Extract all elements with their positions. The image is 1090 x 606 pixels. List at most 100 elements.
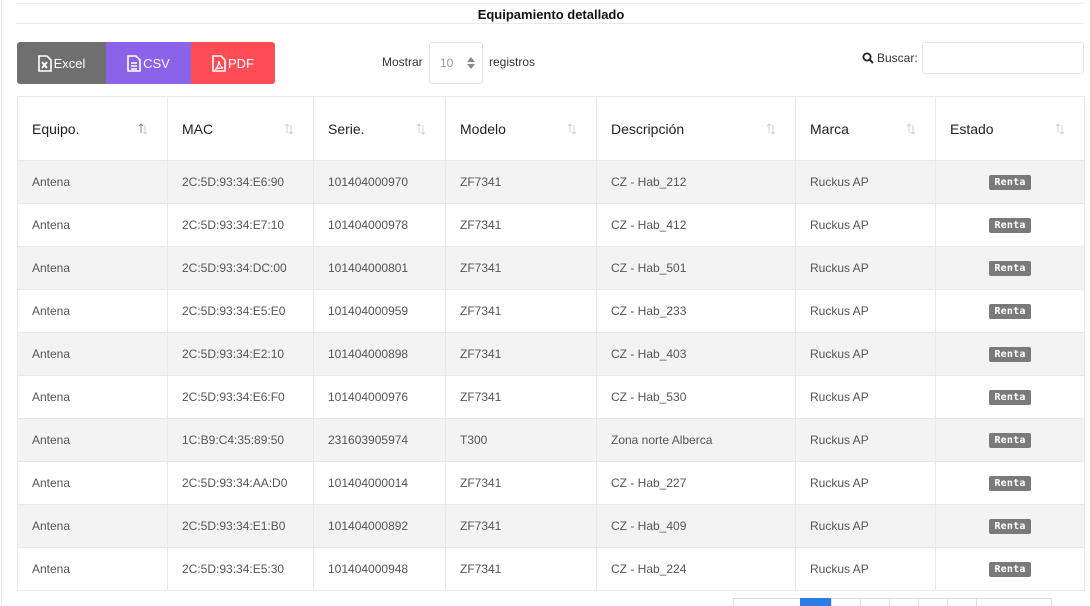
cell-descripcion: CZ - Hab_412 [596, 203, 796, 247]
column-header[interactable]: Descripción [596, 96, 796, 161]
column-header[interactable]: Modelo [445, 96, 597, 161]
cell-equipo: Antena [17, 504, 168, 548]
pagination-previous-button[interactable] [733, 598, 801, 606]
cell-estado: Renta [935, 246, 1085, 290]
table-row[interactable]: Antena 2C:5D:93:34:E5:E0 101404000959 ZF734… [17, 289, 1085, 333]
table-row[interactable]: Antena 2C:5D:93:34:E5:30 101404000948 ZF734… [17, 547, 1085, 591]
cell-marca: Ruckus AP [795, 461, 936, 505]
cell-estado: Renta [935, 203, 1085, 247]
table-row[interactable]: Antena 2C:5D:93:34:DC:00 101404000801 ZF734… [17, 246, 1085, 290]
cell-modelo: ZF7341 [445, 547, 597, 591]
export-excel-button[interactable]: Excel [17, 42, 106, 84]
cell-mac: 2C:5D:93:34:E1:B0 [167, 504, 314, 548]
column-header[interactable]: MAC [167, 96, 314, 161]
cell-equipo: Antena [17, 332, 168, 376]
column-header-label: MAC [182, 120, 214, 137]
table-row[interactable]: Antena 2C:5D:93:34:AA:D0 101404000014 ZF734… [17, 461, 1085, 505]
length-suffix-label: registros [489, 55, 536, 69]
column-header[interactable]: Marca [795, 96, 936, 161]
pagination-next-button[interactable] [976, 598, 1052, 606]
cell-mac: 2C:5D:93:34:E6:F0 [167, 375, 314, 419]
table-row[interactable]: Antena 2C:5D:93:34:E1:B0 101404000892 ZF734… [17, 504, 1085, 548]
column-header-label: Serie. [328, 120, 365, 137]
sort-icon[interactable] [765, 123, 777, 135]
status-badge: Renta [989, 218, 1031, 233]
cell-mac: 2C:5D:93:34:E5:E0 [167, 289, 314, 333]
top-divider [16, 3, 1084, 4]
sort-icon[interactable] [1054, 123, 1066, 135]
cell-descripcion: CZ - Hab_227 [596, 461, 796, 505]
pagination-page-6-button[interactable] [947, 598, 977, 606]
cell-serie: 101404000948 [313, 547, 446, 591]
column-header-label: Estado [950, 120, 994, 137]
table-row[interactable]: Antena 2C:5D:93:34:E2:10 101404000898 ZF734… [17, 332, 1085, 376]
cell-mac: 2C:5D:93:34:DC:00 [167, 246, 314, 290]
cell-marca: Ruckus AP [795, 418, 936, 462]
cell-mac: 2C:5D:93:34:AA:D0 [167, 461, 314, 505]
cell-modelo: ZF7341 [445, 332, 597, 376]
column-header-label: Marca [810, 120, 849, 137]
search-input[interactable] [922, 42, 1084, 74]
cell-descripcion: CZ - Hab_233 [596, 289, 796, 333]
pagination-page-3-button[interactable] [860, 598, 890, 606]
export-pdf-button[interactable]: PDF [191, 42, 275, 84]
cell-modelo: ZF7341 [445, 203, 597, 247]
table-row[interactable]: Antena 2C:5D:93:34:E6:F0 101404000976 ZF734… [17, 375, 1085, 419]
equipment-table: Equipo. MAC Serie. Modelo Descripción Marca Es… [17, 96, 1085, 591]
export-csv-label: CSV [143, 55, 170, 71]
cell-estado: Renta [935, 289, 1085, 333]
table-row[interactable]: Antena 1C:B9:C4:35:89:50 231603905974 T300 Z… [17, 418, 1085, 462]
sort-icon[interactable] [905, 123, 917, 135]
cell-equipo: Antena [17, 547, 168, 591]
cell-equipo: Antena [17, 418, 168, 462]
pagination-page-5-button[interactable] [918, 598, 948, 606]
pagination [733, 598, 1052, 606]
cell-descripcion: CZ - Hab_501 [596, 246, 796, 290]
cell-serie: 101404000892 [313, 504, 446, 548]
cell-estado: Renta [935, 375, 1085, 419]
pagination-page-1-button[interactable] [800, 598, 832, 606]
page-title: Equipamiento detallado [477, 7, 625, 22]
pagination-page-2-button[interactable] [831, 598, 861, 606]
cell-mac: 1C:B9:C4:35:89:50 [167, 418, 314, 462]
column-header[interactable]: Equipo. [17, 96, 168, 161]
cell-serie: 231603905974 [313, 418, 446, 462]
cell-modelo: ZF7341 [445, 461, 597, 505]
cell-modelo: ZF7341 [445, 160, 597, 204]
page-length-select[interactable]: 10 [429, 42, 483, 84]
table-row[interactable]: Antena 2C:5D:93:34:E6:90 101404000970 ZF734… [17, 160, 1085, 204]
pagination-page-4-button[interactable] [889, 598, 919, 606]
sort-icon[interactable] [137, 123, 149, 135]
cell-marca: Ruckus AP [795, 160, 936, 204]
cell-marca: Ruckus AP [795, 246, 936, 290]
cell-estado: Renta [935, 332, 1085, 376]
column-header[interactable]: Serie. [313, 96, 446, 161]
cell-descripcion: CZ - Hab_530 [596, 375, 796, 419]
table-header-row: Equipo. MAC Serie. Modelo Descripción Marca Es… [17, 96, 1085, 161]
sort-icon[interactable] [415, 123, 427, 135]
table-row[interactable]: Antena 2C:5D:93:34:E7:10 101404000978 ZF734… [17, 203, 1085, 247]
export-csv-button[interactable]: CSV [106, 42, 191, 84]
cell-descripcion: Zona norte Alberca [596, 418, 796, 462]
cell-modelo: T300 [445, 418, 597, 462]
cell-marca: Ruckus AP [795, 375, 936, 419]
cell-marca: Ruckus AP [795, 289, 936, 333]
cell-equipo: Antena [17, 160, 168, 204]
cell-serie: 101404000898 [313, 332, 446, 376]
cell-serie: 101404000978 [313, 203, 446, 247]
cell-serie: 101404000801 [313, 246, 446, 290]
status-badge: Renta [989, 390, 1031, 405]
cell-equipo: Antena [17, 375, 168, 419]
file-excel-icon [37, 54, 52, 72]
cell-mac: 2C:5D:93:34:E7:10 [167, 203, 314, 247]
status-badge: Renta [989, 175, 1031, 190]
sort-icon[interactable] [566, 123, 578, 135]
status-badge: Renta [989, 519, 1031, 534]
cell-marca: Ruckus AP [795, 332, 936, 376]
column-header[interactable]: Estado [935, 96, 1085, 161]
status-badge: Renta [989, 304, 1031, 319]
cell-descripcion: CZ - Hab_409 [596, 504, 796, 548]
cell-equipo: Antena [17, 203, 168, 247]
cell-serie: 101404000976 [313, 375, 446, 419]
sort-icon[interactable] [283, 123, 295, 135]
